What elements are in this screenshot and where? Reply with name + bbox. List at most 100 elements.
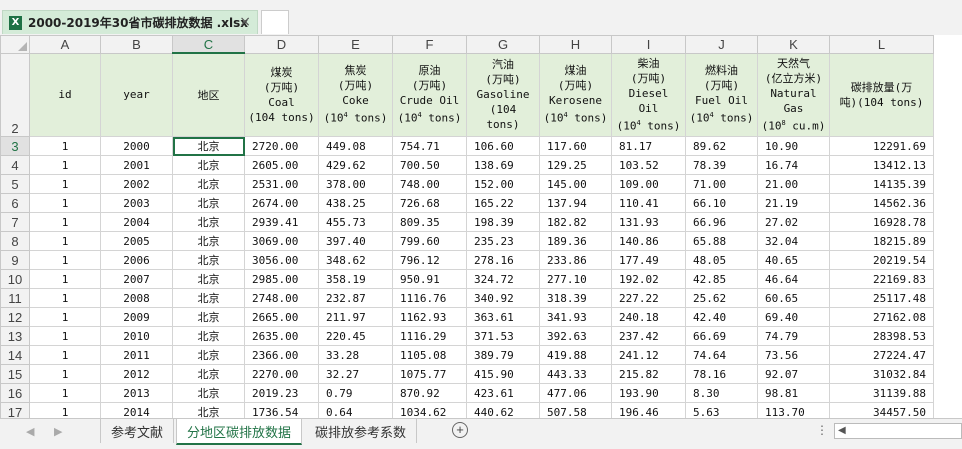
cell-gasoline[interactable]: 389.79: [466, 345, 540, 365]
row-header[interactable]: 5: [0, 174, 30, 194]
cell-gas[interactable]: 92.07: [757, 364, 830, 384]
cell-fuel[interactable]: 66.10: [685, 193, 758, 213]
column-header[interactable]: F: [392, 35, 467, 54]
cell-region[interactable]: 北京: [172, 288, 245, 308]
cell-diesel[interactable]: 193.90: [611, 383, 686, 403]
cell-coal[interactable]: 2748.00: [244, 288, 319, 308]
cell-crude[interactable]: 1116.29: [392, 326, 467, 346]
cell-fuel[interactable]: 65.88: [685, 231, 758, 251]
cell-gasoline[interactable]: 165.22: [466, 193, 540, 213]
sheet-tab-emission-coefficients[interactable]: 碳排放参考系数: [305, 419, 418, 443]
cell-gas[interactable]: 16.74: [757, 155, 830, 175]
cell-region[interactable]: 北京: [172, 307, 245, 327]
cell-coke[interactable]: 429.62: [318, 155, 393, 175]
column-header[interactable]: B: [100, 35, 173, 54]
cell-gas[interactable]: 46.64: [757, 269, 830, 289]
cell-region[interactable]: 北京: [172, 174, 245, 194]
cell-coal[interactable]: 2635.00: [244, 326, 319, 346]
header-kerosene[interactable]: 煤油 (万吨) Kerosene (104 tons): [539, 52, 612, 137]
cell-fuel[interactable]: 42.40: [685, 307, 758, 327]
cell-id[interactable]: 1: [29, 364, 101, 384]
cell-coke[interactable]: 232.87: [318, 288, 393, 308]
cell-fuel[interactable]: 42.85: [685, 269, 758, 289]
cell-fuel[interactable]: 78.16: [685, 364, 758, 384]
cell-id[interactable]: 1: [29, 174, 101, 194]
cell-coke[interactable]: 211.97: [318, 307, 393, 327]
column-header[interactable]: K: [757, 35, 830, 54]
cell-fuel[interactable]: 78.39: [685, 155, 758, 175]
cell-crude[interactable]: 1075.77: [392, 364, 467, 384]
column-header[interactable]: H: [539, 35, 612, 54]
cell-crude[interactable]: 799.60: [392, 231, 467, 251]
cell-gasoline[interactable]: 363.61: [466, 307, 540, 327]
row-header[interactable]: 13: [0, 326, 30, 346]
cell-crude[interactable]: 1105.08: [392, 345, 467, 365]
cell-gas[interactable]: 40.65: [757, 250, 830, 270]
cell-diesel[interactable]: 241.12: [611, 345, 686, 365]
close-icon[interactable]: ×: [239, 14, 251, 30]
sheet-tab-regional-emissions[interactable]: 分地区碳排放数据: [176, 419, 303, 445]
cell-region[interactable]: 北京: [172, 155, 245, 175]
cell-id[interactable]: 1: [29, 326, 101, 346]
row-header[interactable]: 2: [0, 52, 30, 137]
cell-coal[interactable]: 2366.00: [244, 345, 319, 365]
cell-year[interactable]: 2003: [100, 193, 173, 213]
cell-carbon[interactable]: 27224.47: [829, 345, 934, 365]
cell-gas[interactable]: 73.56: [757, 345, 830, 365]
cell-coal[interactable]: 2939.41: [244, 212, 319, 232]
row-header[interactable]: 6: [0, 193, 30, 213]
cell-kerosene[interactable]: 477.06: [539, 383, 612, 403]
cell-id[interactable]: 1: [29, 383, 101, 403]
cell-carbon[interactable]: 25117.48: [829, 288, 934, 308]
cell-diesel[interactable]: 140.86: [611, 231, 686, 251]
cell-carbon[interactable]: 28398.53: [829, 326, 934, 346]
cell-diesel[interactable]: 215.82: [611, 364, 686, 384]
cell-kerosene[interactable]: 189.36: [539, 231, 612, 251]
cell-crude[interactable]: 748.00: [392, 174, 467, 194]
cell-gasoline[interactable]: 152.00: [466, 174, 540, 194]
column-header[interactable]: L: [829, 35, 934, 54]
cell-region[interactable]: 北京: [172, 136, 245, 156]
cell-diesel[interactable]: 110.41: [611, 193, 686, 213]
cell-crude[interactable]: 1116.76: [392, 288, 467, 308]
cell-diesel[interactable]: 109.00: [611, 174, 686, 194]
cell-id[interactable]: 1: [29, 212, 101, 232]
cell-fuel[interactable]: 25.62: [685, 288, 758, 308]
column-header[interactable]: D: [244, 35, 319, 54]
cell-crude[interactable]: 950.91: [392, 269, 467, 289]
cell-id[interactable]: 1: [29, 155, 101, 175]
cell-year[interactable]: 2000: [100, 136, 173, 156]
header-id[interactable]: id: [29, 52, 101, 137]
header-crude-oil[interactable]: 原油 (万吨) Crude Oil (104 tons): [392, 52, 467, 137]
cell-kerosene[interactable]: 318.39: [539, 288, 612, 308]
header-coke[interactable]: 焦炭 (万吨) Coke (104 tons): [318, 52, 393, 137]
cell-crude[interactable]: 809.35: [392, 212, 467, 232]
cell-gas[interactable]: 32.04: [757, 231, 830, 251]
column-header[interactable]: E: [318, 35, 393, 54]
cell-gas[interactable]: 21.19: [757, 193, 830, 213]
cell-year[interactable]: 2011: [100, 345, 173, 365]
cell-year[interactable]: 2001: [100, 155, 173, 175]
cell-carbon[interactable]: 31032.84: [829, 364, 934, 384]
column-header[interactable]: A: [29, 35, 101, 54]
column-header[interactable]: G: [466, 35, 540, 54]
cell-gasoline[interactable]: 340.92: [466, 288, 540, 308]
cell-coke[interactable]: 397.40: [318, 231, 393, 251]
cell-gasoline[interactable]: 278.16: [466, 250, 540, 270]
cell-kerosene[interactable]: 117.60: [539, 136, 612, 156]
cell-gasoline[interactable]: 324.72: [466, 269, 540, 289]
cell-year[interactable]: 2002: [100, 174, 173, 194]
file-tab[interactable]: X 2000-2019年30省市碳排放数据 .xlsx ×: [2, 10, 258, 34]
header-year[interactable]: year: [100, 52, 173, 137]
cell-id[interactable]: 1: [29, 345, 101, 365]
cell-gas[interactable]: 60.65: [757, 288, 830, 308]
cell-carbon[interactable]: 13412.13: [829, 155, 934, 175]
cell-coke[interactable]: 0.79: [318, 383, 393, 403]
cell-diesel[interactable]: 177.49: [611, 250, 686, 270]
cell-coal[interactable]: 2270.00: [244, 364, 319, 384]
horizontal-scrollbar[interactable]: ◀: [834, 423, 962, 439]
row-header[interactable]: 14: [0, 345, 30, 365]
cell-year[interactable]: 2004: [100, 212, 173, 232]
header-diesel[interactable]: 柴油 (万吨) Diesel Oil (104 tons): [611, 52, 686, 137]
cell-gasoline[interactable]: 371.53: [466, 326, 540, 346]
